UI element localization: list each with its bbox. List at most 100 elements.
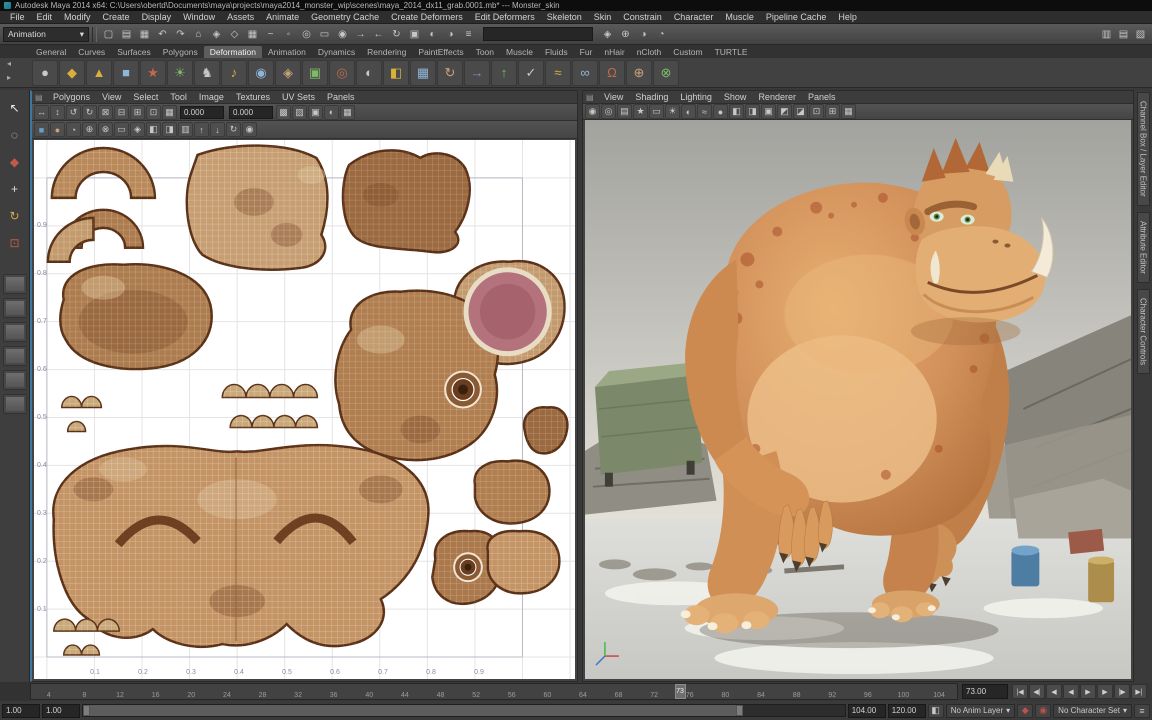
uv-menu-item[interactable]: Image	[193, 92, 230, 102]
snap-curve-icon[interactable]: ~	[262, 26, 279, 43]
shelf-icon-1[interactable]: ●	[32, 60, 58, 86]
quick-selection-field[interactable]	[483, 27, 593, 41]
scale-tool[interactable]: ⊡	[3, 231, 27, 255]
menu-item[interactable]: Geometry Cache	[305, 12, 385, 22]
play-forward-button[interactable]: ▶	[1080, 684, 1096, 699]
character-set-dropdown[interactable]: No Character Set ▾	[1053, 704, 1132, 718]
current-time-field[interactable]	[962, 684, 1008, 699]
shelf-icon-13[interactable]: ◐	[356, 60, 382, 86]
cut-uv-edge-icon[interactable]: ⊠	[98, 105, 113, 120]
use-all-lights-icon[interactable]: ◩	[777, 104, 792, 119]
flip-u-icon[interactable]: ↔	[34, 105, 49, 120]
shelf-icon-11[interactable]: ▣	[302, 60, 328, 86]
paint-select-tool[interactable]: ◆	[3, 150, 27, 174]
menu-item[interactable]: Display	[136, 12, 178, 22]
shelf-icon-15[interactable]: ▦	[410, 60, 436, 86]
shelf-icon-8[interactable]: ♪	[221, 60, 247, 86]
range-slider[interactable]	[82, 704, 846, 717]
shelf-next-icon[interactable]: ▸	[2, 73, 16, 87]
uv-menu-item[interactable]: Tool	[164, 92, 193, 102]
sidebar-vertical-tab[interactable]: Attribute Editor	[1137, 212, 1150, 283]
ipr-render-icon[interactable]: ◑	[442, 26, 459, 43]
go-to-start-button[interactable]: |◀	[1012, 684, 1028, 699]
uv-v-coordinate-field[interactable]	[229, 106, 273, 119]
redo-icon[interactable]: ↷	[172, 26, 189, 43]
uv-distortion-icon[interactable]: ◨	[162, 122, 177, 137]
snap-view-plane-icon[interactable]: ▭	[316, 26, 333, 43]
shelf-tab[interactable]: General	[30, 46, 72, 58]
attribute-editor-toggle-icon[interactable]: ▥	[1098, 26, 1115, 43]
shelf-tab[interactable]: Custom	[667, 46, 708, 58]
step-forward-frame-button[interactable]: ▶	[1097, 684, 1113, 699]
playback-end-field[interactable]	[848, 704, 886, 718]
menu-item[interactable]: Modify	[58, 12, 97, 22]
view-grid-icon[interactable]: ▦	[340, 105, 355, 120]
menu-item[interactable]: Animate	[260, 12, 305, 22]
uv-menu-item[interactable]: UV Sets	[276, 92, 321, 102]
move-and-sew-icon[interactable]: ⊡	[146, 105, 161, 120]
anim-layer-dropdown[interactable]: No Anim Layer ▾	[946, 704, 1015, 718]
playback-start-field[interactable]	[42, 704, 80, 718]
uv-menu-item[interactable]: Textures	[230, 92, 276, 102]
bookmarks-icon[interactable]: ★	[633, 104, 648, 119]
shading-smooth-icon[interactable]: ◧	[729, 104, 744, 119]
default-material-icon[interactable]: ●	[713, 104, 728, 119]
go-to-end-button[interactable]: ▶|	[1131, 684, 1147, 699]
single-perspective-layout[interactable]	[3, 274, 27, 294]
select-hierarchy-icon[interactable]: ⌂	[190, 26, 207, 43]
textured-mode-icon[interactable]: ▣	[761, 104, 776, 119]
shelf-icon-23[interactable]: ⊕	[626, 60, 652, 86]
menu-item[interactable]: File	[4, 12, 31, 22]
rotate-tool[interactable]: ↻	[3, 204, 27, 228]
snap-point-icon[interactable]: ◦	[280, 26, 297, 43]
panel-menu-icon[interactable]: ▤	[35, 93, 47, 102]
shelf-icon-7[interactable]: ♞	[194, 60, 220, 86]
snap-grid-icon[interactable]: ▦	[244, 26, 261, 43]
select-object-icon[interactable]: ◈	[208, 26, 225, 43]
persp-outliner-layout[interactable]	[3, 322, 27, 342]
center-pivot-icon[interactable]: ⊕	[617, 26, 634, 43]
shelf-icon-19[interactable]: ✓	[518, 60, 544, 86]
tool-settings-toggle-icon[interactable]: ▤	[1115, 26, 1132, 43]
shelf-tab[interactable]: Curves	[72, 46, 111, 58]
uv-snap-grid-icon[interactable]: ▩	[276, 105, 291, 120]
select-camera-icon[interactable]: ◉	[585, 104, 600, 119]
render-settings-icon[interactable]: ≡	[460, 26, 477, 43]
shelf-tab[interactable]: nCloth	[631, 46, 668, 58]
step-back-frame-button[interactable]: ◀	[1046, 684, 1062, 699]
shelf-icon-5[interactable]: ★	[140, 60, 166, 86]
shelf-icon-14[interactable]: ◧	[383, 60, 409, 86]
uv-shaded-display-icon[interactable]: ◧	[146, 122, 161, 137]
image-plane-icon[interactable]: ▭	[649, 104, 664, 119]
shelf-icon-20[interactable]: ≈	[545, 60, 571, 86]
step-forward-key-button[interactable]: |▶	[1114, 684, 1130, 699]
shelf-icon-2[interactable]: ◆	[59, 60, 85, 86]
shelf-tab[interactable]: Toon	[470, 46, 500, 58]
uv-checker-icon[interactable]: ▥	[178, 122, 193, 137]
animation-start-field[interactable]	[2, 704, 40, 718]
uv-menu-item[interactable]: View	[96, 92, 127, 102]
rotate-uv-cw-icon[interactable]: ↻	[82, 105, 97, 120]
uv-menu-item[interactable]: Select	[127, 92, 164, 102]
undo-icon[interactable]: ↶	[154, 26, 171, 43]
lock-camera-icon[interactable]: ◎	[601, 104, 616, 119]
viewport-menu-item[interactable]: View	[598, 92, 629, 102]
animation-preferences-icon[interactable]: ≡	[1134, 704, 1150, 718]
save-scene-icon[interactable]: ▦	[136, 26, 153, 43]
shelf-tab[interactable]: Fur	[574, 46, 599, 58]
status-divider[interactable]	[92, 27, 97, 42]
rotate-uv-ccw-icon[interactable]: ↺	[66, 105, 81, 120]
shadows-icon[interactable]: ◪	[793, 104, 808, 119]
move-tool[interactable]: +	[3, 177, 27, 201]
uv-texture-borders-icon[interactable]: ◈	[130, 122, 145, 137]
camera-attributes-icon[interactable]: ▤	[617, 104, 632, 119]
four-view-layout[interactable]	[3, 298, 27, 318]
shelf-tab[interactable]: Polygons	[157, 46, 204, 58]
viewport-menu-item[interactable]: Panels	[802, 92, 842, 102]
menu-set-dropdown[interactable]: Animation ▾	[3, 27, 89, 42]
shelf-tab[interactable]: Dynamics	[312, 46, 361, 58]
render-frame-icon[interactable]: ◐	[424, 26, 441, 43]
channel-box-toggle-icon[interactable]: ▧	[1132, 26, 1149, 43]
shelf-tab[interactable]: Fluids	[539, 46, 574, 58]
new-scene-icon[interactable]: ▢	[100, 26, 117, 43]
